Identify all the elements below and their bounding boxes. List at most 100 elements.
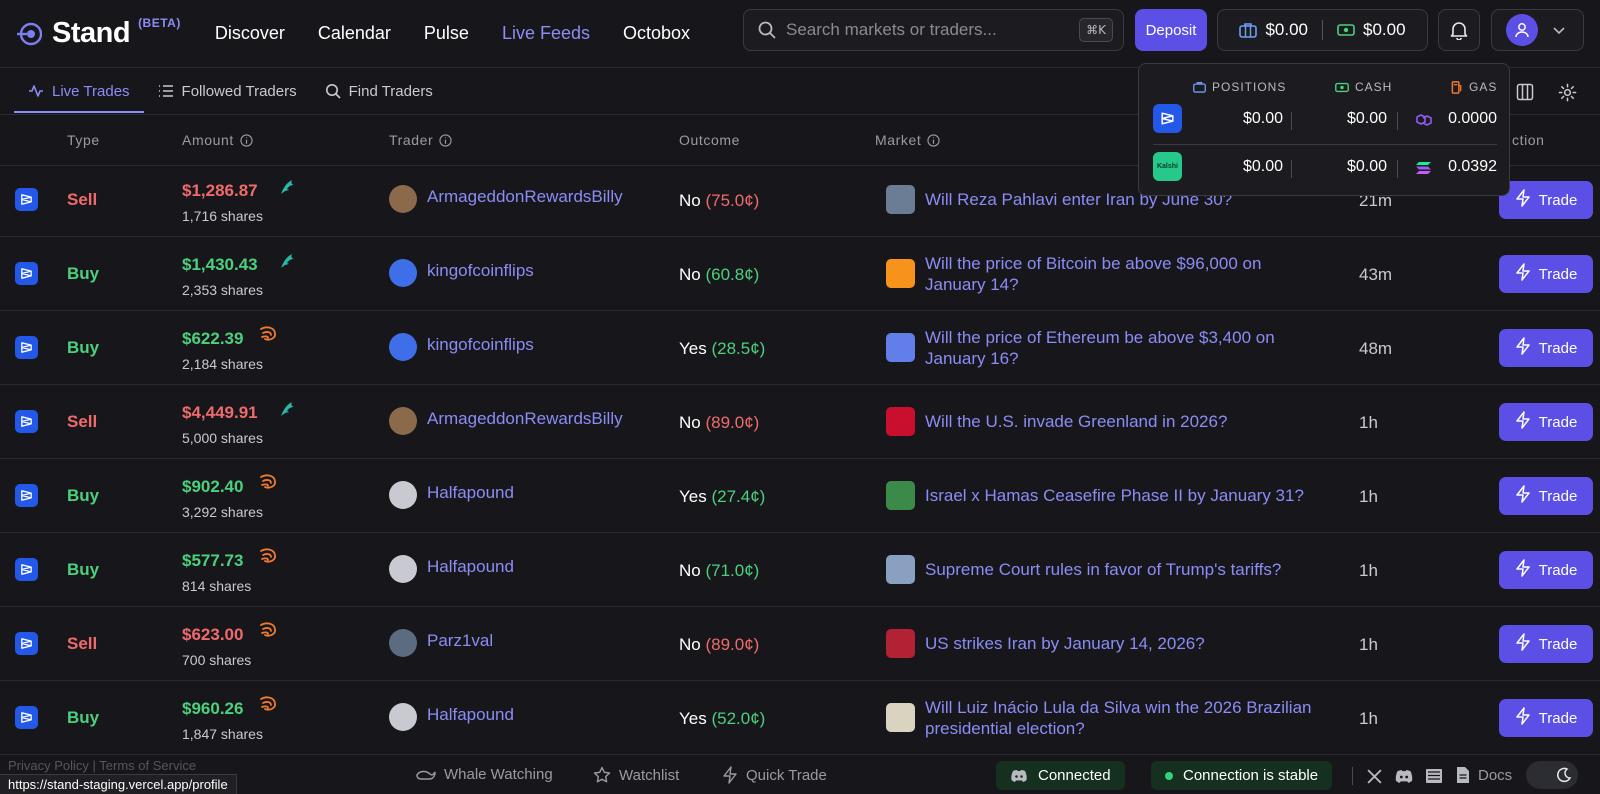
footer-label: Docs (1478, 766, 1513, 784)
trader-avatar[interactable] (389, 481, 417, 509)
trade-button[interactable]: Trade (1499, 403, 1593, 441)
trader-name-link[interactable]: Halfapound (427, 557, 514, 577)
trade-outcome: No (89.0¢) (679, 413, 759, 433)
docs-link[interactable]: Docs (1456, 766, 1512, 784)
profile-menu-button[interactable] (1491, 9, 1584, 51)
whale-watching-button[interactable]: Whale Watching (416, 766, 553, 783)
trader-avatar[interactable] (389, 703, 417, 731)
trade-amount: $4,449.91 (182, 403, 258, 422)
notifications-button[interactable] (1438, 9, 1480, 51)
table-row: Sell $623.00 700 shares Parz1val No (89.0¢) U… (0, 607, 1600, 681)
trade-button[interactable]: Trade (1499, 255, 1593, 293)
briefcase-icon (1193, 82, 1206, 93)
market-question-link[interactable]: Will the U.S. invade Greenland in 2026? (925, 411, 1345, 432)
trader-name-link[interactable]: ArmageddonRewardsBilly (427, 187, 623, 207)
market-question-link[interactable]: US strikes Iran by January 14, 2026? (925, 633, 1345, 654)
legal-links[interactable]: Privacy Policy | Terms of Service (8, 758, 196, 773)
trader-avatar[interactable] (389, 629, 417, 657)
connection-status: Connection is stable (1151, 761, 1333, 790)
market-question-line: Israel x Hamas Ceasefire Phase II by Jan… (925, 486, 1304, 505)
market-question-link[interactable]: Will the price of Bitcoin be above $96,0… (925, 253, 1345, 295)
column-market[interactable]: Market (875, 132, 941, 148)
trade-button-label: Trade (1538, 413, 1578, 431)
nav-live-feeds[interactable]: Live Feeds (502, 23, 590, 44)
discord-connected-status[interactable]: Connected (996, 761, 1125, 790)
deposit-button[interactable]: Deposit (1135, 9, 1207, 51)
market-thumbnail[interactable] (886, 703, 915, 732)
tab-live-trades[interactable]: Live Trades (14, 68, 144, 115)
tab-find-traders[interactable]: Find Traders (311, 68, 447, 115)
nav-pulse[interactable]: Pulse (424, 23, 469, 44)
star-icon (593, 766, 611, 783)
shrimp-icon (258, 547, 278, 570)
polymarket-logo-icon (15, 336, 38, 359)
trade-button[interactable]: Trade (1499, 477, 1593, 515)
market-thumbnail[interactable] (886, 629, 915, 658)
market-thumbnail[interactable] (886, 407, 915, 436)
trader-name-link[interactable]: ArmageddonRewardsBilly (427, 409, 623, 429)
column-action: ction (1512, 132, 1545, 148)
outcome-label: No (679, 191, 701, 210)
trade-button[interactable]: Trade (1499, 551, 1593, 589)
footer-label: Watchlist (619, 766, 680, 784)
status-dot-icon (1165, 771, 1173, 780)
trade-shares: 1,716 shares (182, 208, 263, 224)
market-question-line: US strikes Iran by January 14, 2026? (925, 634, 1205, 653)
column-trader[interactable]: Trader (389, 132, 452, 148)
trade-age: 43m (1359, 265, 1393, 284)
trade-button[interactable]: Trade (1499, 329, 1593, 367)
market-question-link[interactable]: Will the price of Ethereum be above $3,4… (925, 327, 1345, 369)
column-amount[interactable]: Amount (182, 132, 253, 148)
quick-trade-button[interactable]: Quick Trade (722, 766, 827, 784)
market-thumbnail[interactable] (886, 555, 915, 584)
table-row: Buy $902.40 3,292 shares Halfapound Yes (27.… (0, 459, 1600, 533)
trader-avatar[interactable] (389, 259, 417, 287)
footer-label: Quick Trade (746, 766, 827, 784)
brand[interactable]: Stand (BETA) (16, 16, 181, 50)
trade-type: Buy (67, 486, 100, 505)
nav-octobox[interactable]: Octobox (623, 23, 690, 44)
trade-shares: 3,292 shares (182, 504, 263, 520)
x-twitter-link[interactable] (1363, 765, 1385, 787)
market-thumbnail[interactable] (886, 481, 915, 510)
trader-name-link[interactable]: Halfapound (427, 705, 514, 725)
trade-button[interactable]: Trade (1499, 181, 1593, 219)
trader-avatar[interactable] (389, 333, 417, 361)
blog-link[interactable] (1423, 765, 1445, 787)
nav-calendar[interactable]: Calendar (318, 23, 391, 44)
market-question-link[interactable]: Israel x Hamas Ceasefire Phase II by Jan… (925, 485, 1345, 506)
outcome-price: (28.5¢) (711, 339, 766, 358)
trader-name-link[interactable]: kingofcoinflips (427, 261, 534, 281)
trade-button[interactable]: Trade (1499, 699, 1593, 737)
trader-name-link[interactable]: Parz1val (427, 631, 493, 651)
watchlist-button[interactable]: Watchlist (593, 766, 679, 784)
market-thumbnail[interactable] (886, 259, 915, 288)
columns-button[interactable] (1513, 80, 1537, 104)
connection-label: Connection is stable (1183, 767, 1319, 784)
trader-avatar[interactable] (389, 407, 417, 435)
theme-toggle[interactable] (1526, 761, 1578, 789)
trader-name-link[interactable]: kingofcoinflips (427, 335, 534, 355)
lightning-icon (1515, 633, 1539, 655)
market-thumbnail[interactable] (886, 185, 915, 214)
polymarket-logo-icon (15, 188, 38, 211)
balances-button[interactable]: $0.00 $0.00 (1217, 9, 1428, 51)
trader-name-link[interactable]: Halfapound (427, 483, 514, 503)
market-thumbnail[interactable] (886, 333, 915, 362)
market-question-link[interactable]: Supreme Court rules in favor of Trump's … (925, 559, 1345, 580)
search-input[interactable] (786, 20, 1080, 40)
settings-button[interactable] (1555, 80, 1579, 104)
market-question-link[interactable]: Will Luiz Inácio Lula da Silva win the 2… (925, 697, 1345, 739)
trade-button-label: Trade (1538, 487, 1578, 505)
tab-followed-traders[interactable]: Followed Traders (144, 68, 311, 115)
lightning-icon (723, 766, 737, 784)
shrimp-icon (258, 695, 278, 718)
trader-avatar[interactable] (389, 555, 417, 583)
trade-outcome: No (89.0¢) (679, 635, 759, 655)
lightning-icon (1515, 485, 1539, 507)
discord-link[interactable] (1393, 765, 1415, 787)
activity-icon (29, 85, 43, 97)
trader-avatar[interactable] (389, 185, 417, 213)
nav-discover[interactable]: Discover (215, 23, 285, 44)
trade-button[interactable]: Trade (1499, 625, 1593, 663)
